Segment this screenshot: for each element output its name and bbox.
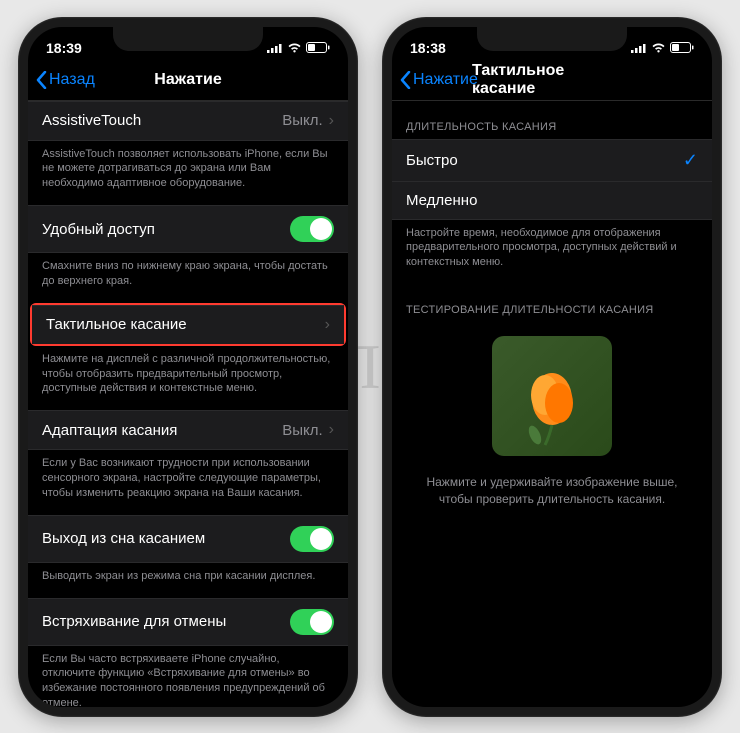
row-value: Выкл. xyxy=(282,422,322,439)
status-icons xyxy=(631,42,694,53)
back-label: Назад xyxy=(49,71,95,89)
signal-icon xyxy=(631,43,647,53)
row-label: Адаптация касания xyxy=(42,422,177,439)
footer-shake: Если Вы часто встряхиваете iPhone случай… xyxy=(28,646,348,707)
navbar: Назад Нажатие xyxy=(28,61,348,101)
row-label: Быстро xyxy=(406,152,458,169)
back-button[interactable]: Назад xyxy=(36,71,95,89)
page-title: Тактильное касание xyxy=(472,62,632,98)
notch xyxy=(477,27,627,51)
section-header-test: ТЕСТИРОВАНИЕ ДЛИТЕЛЬНОСТИ КАСАНИЯ xyxy=(392,284,712,322)
flower-icon xyxy=(507,357,597,447)
toggle-wake[interactable] xyxy=(290,526,334,552)
back-label: Нажатие xyxy=(413,71,478,89)
status-time: 18:38 xyxy=(410,40,446,56)
row-label: Встряхивание для отмены xyxy=(42,613,226,630)
row-assistivetouch[interactable]: AssistiveTouch Выкл. › xyxy=(28,101,348,141)
row-label: Тактильное касание xyxy=(46,316,187,333)
navbar: Нажатие Тактильное касание xyxy=(392,61,712,101)
test-image[interactable] xyxy=(492,336,612,456)
test-caption: Нажмите и удерживайте изображение выше, … xyxy=(392,470,712,512)
signal-icon xyxy=(267,43,283,53)
row-label: AssistiveTouch xyxy=(42,112,141,129)
chevron-right-icon: › xyxy=(325,316,330,334)
status-icons xyxy=(267,42,330,53)
row-value: Выкл. xyxy=(282,112,322,129)
toggle-reachability[interactable] xyxy=(290,216,334,242)
footer-wake: Выводить экран из режима сна при касании… xyxy=(28,563,348,598)
content[interactable]: ДЛИТЕЛЬНОСТЬ КАСАНИЯ Быстро ✓ Медленно Н… xyxy=(392,101,712,707)
page-title: Нажатие xyxy=(154,71,221,89)
footer-haptic: Нажмите на дисплей с различной продолжит… xyxy=(28,346,348,411)
footer-assistivetouch: AssistiveTouch позволяет использовать iP… xyxy=(28,141,348,206)
row-reachability[interactable]: Удобный доступ xyxy=(28,205,348,253)
battery-icon xyxy=(306,42,330,53)
footer-accom: Если у Вас возникают трудности при испол… xyxy=(28,450,348,515)
row-label: Медленно xyxy=(406,192,477,209)
chevron-left-icon xyxy=(36,71,47,89)
row-touch-accommodations[interactable]: Адаптация касания Выкл. › xyxy=(28,410,348,450)
checkmark-icon: ✓ xyxy=(683,150,698,171)
notch xyxy=(113,27,263,51)
footer-reachability: Смахните вниз по нижнему краю экрана, чт… xyxy=(28,253,348,303)
row-tap-to-wake[interactable]: Выход из сна касанием xyxy=(28,515,348,563)
row-slow[interactable]: Медленно xyxy=(392,182,712,220)
row-label: Удобный доступ xyxy=(42,221,155,238)
row-shake-undo[interactable]: Встряхивание для отмены xyxy=(28,598,348,646)
status-time: 18:39 xyxy=(46,40,82,56)
chevron-left-icon xyxy=(400,71,411,89)
toggle-shake[interactable] xyxy=(290,609,334,635)
footer-duration: Настройте время, необходимое для отображ… xyxy=(392,220,712,285)
row-fast[interactable]: Быстро ✓ xyxy=(392,139,712,182)
phone-left: 18:39 Назад Нажатие AssistiveTouch Выкл.… xyxy=(18,17,358,717)
wifi-icon xyxy=(651,42,666,53)
battery-icon xyxy=(670,42,694,53)
content[interactable]: AssistiveTouch Выкл. › AssistiveTouch поз… xyxy=(28,101,348,707)
highlight-box: Тактильное касание › xyxy=(30,303,346,346)
row-label: Выход из сна касанием xyxy=(42,530,205,547)
back-button[interactable]: Нажатие xyxy=(400,71,478,89)
chevron-right-icon: › xyxy=(329,112,334,130)
wifi-icon xyxy=(287,42,302,53)
phone-right: 18:38 Нажатие Тактильное касание ДЛИТЕЛЬ… xyxy=(382,17,722,717)
row-haptic-touch[interactable]: Тактильное касание › xyxy=(32,305,344,344)
chevron-right-icon: › xyxy=(329,421,334,439)
section-header-duration: ДЛИТЕЛЬНОСТЬ КАСАНИЯ xyxy=(392,101,712,139)
